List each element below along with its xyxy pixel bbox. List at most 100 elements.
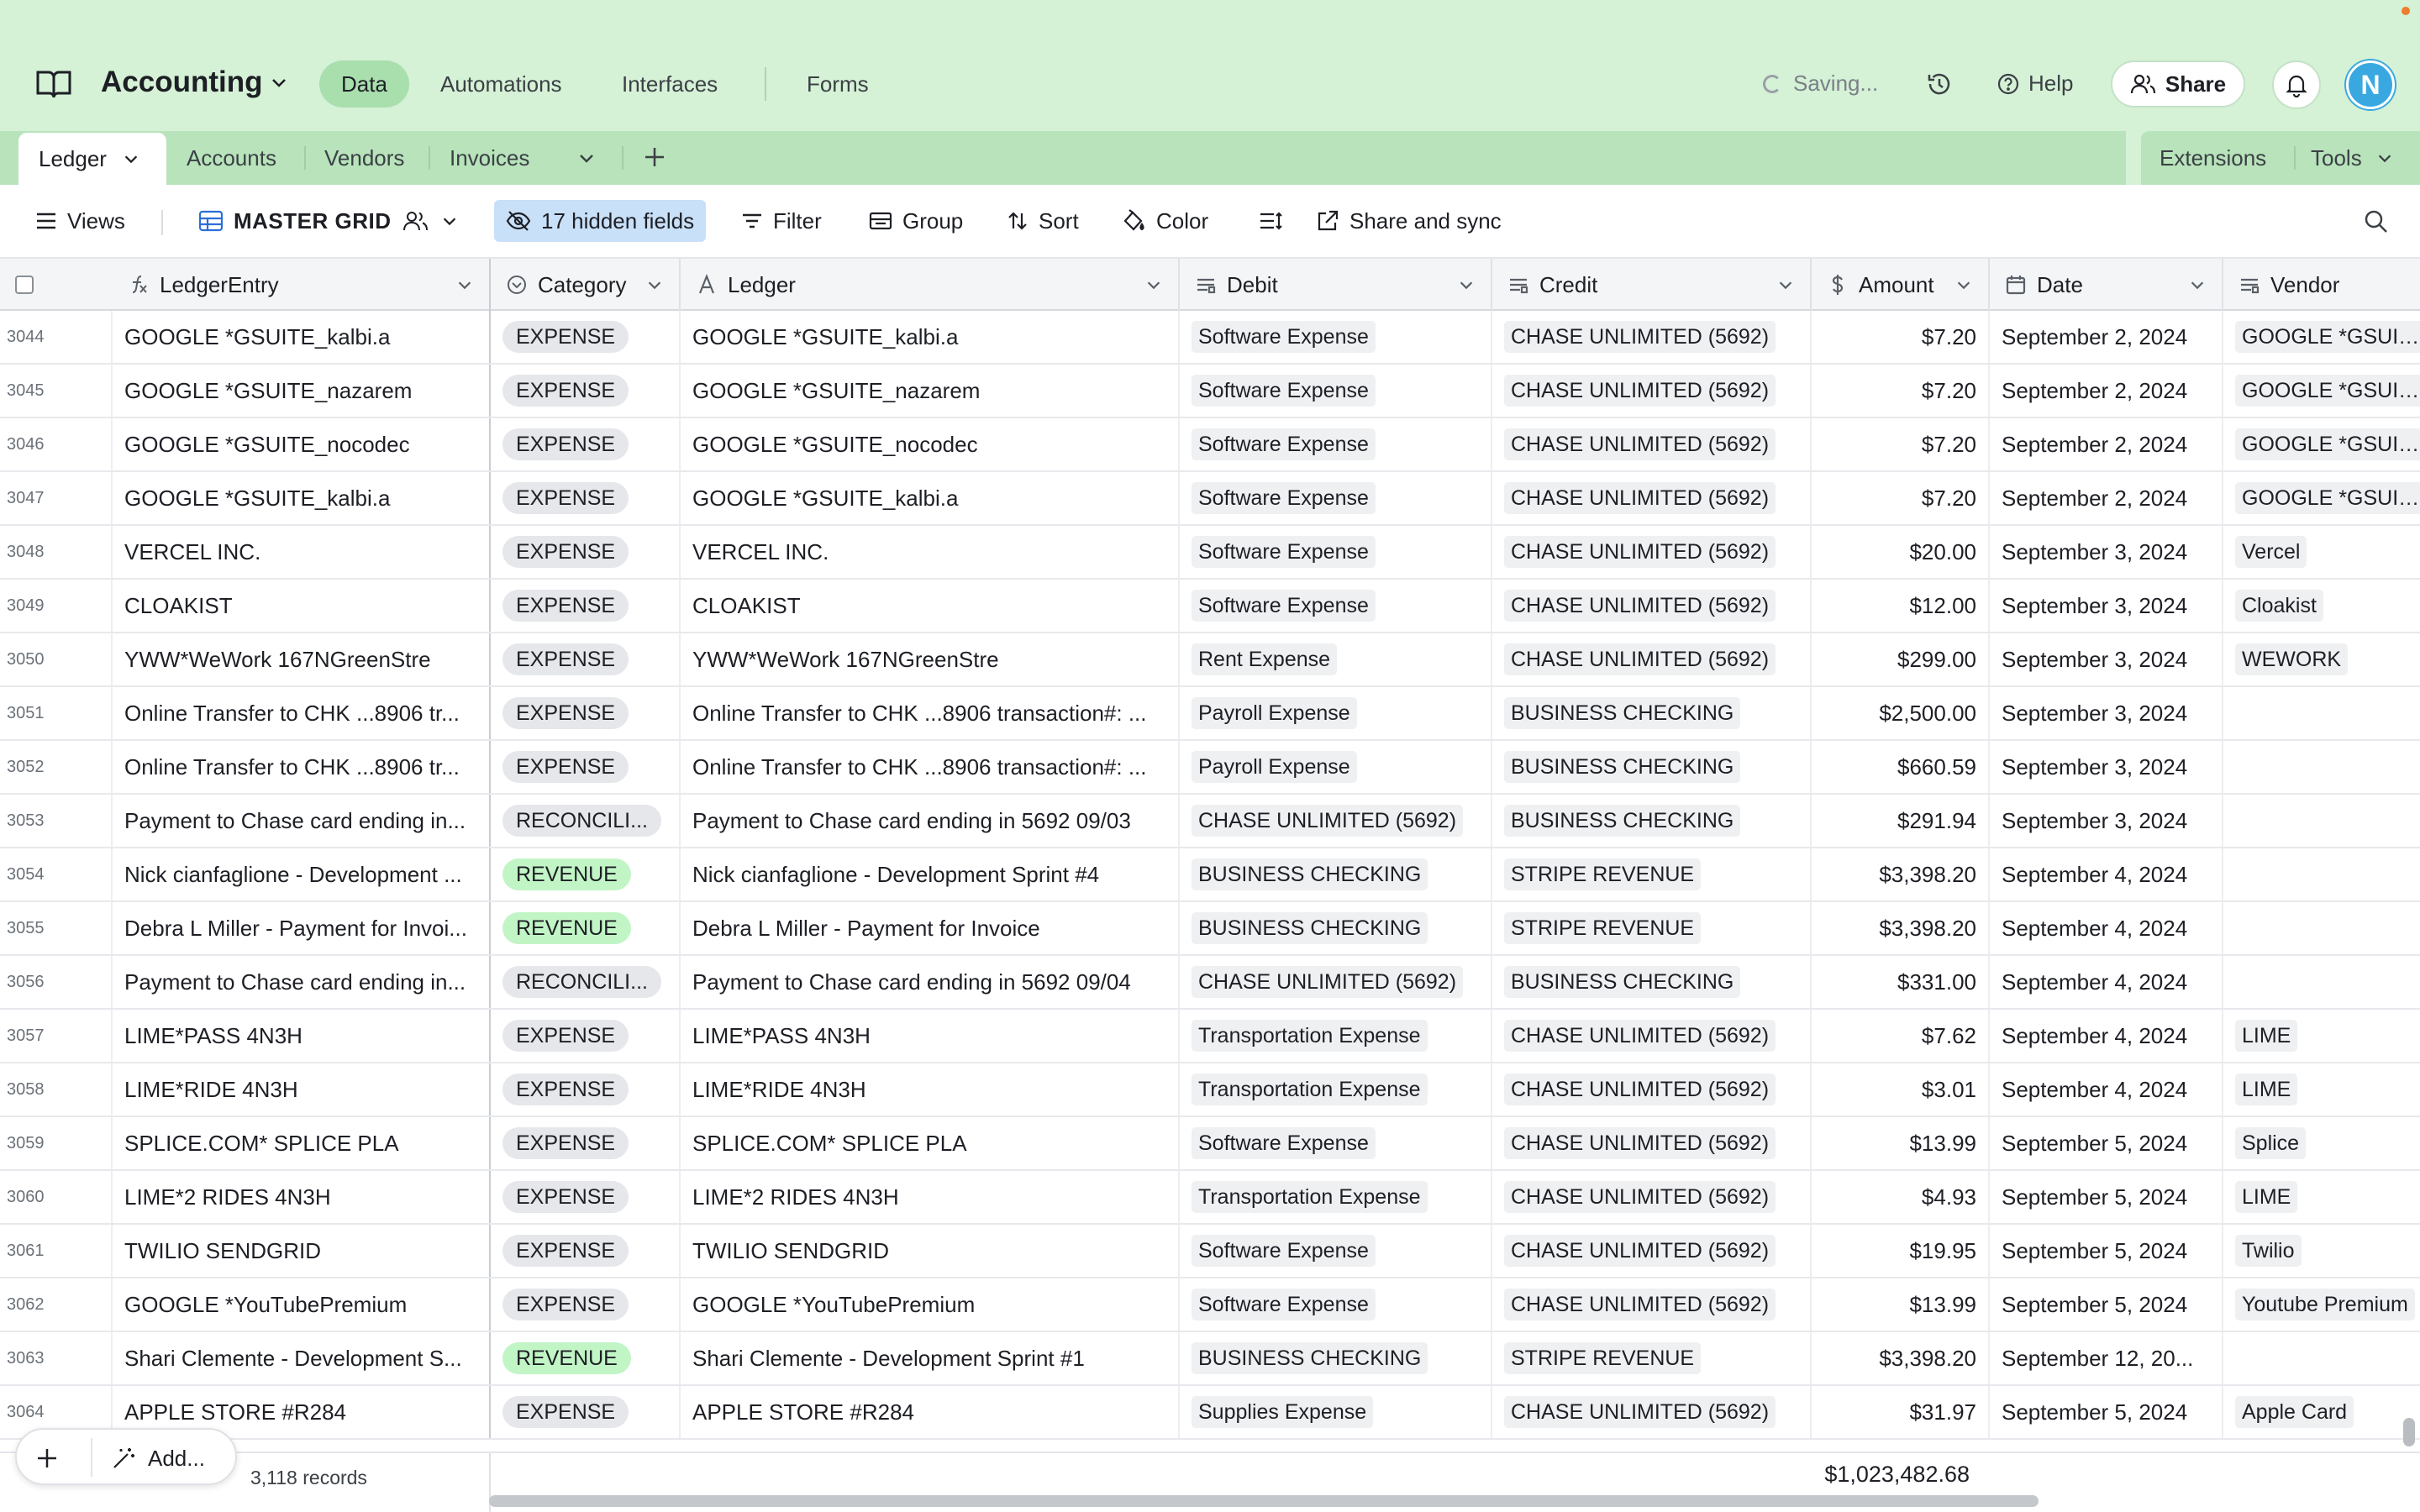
vendor-cell[interactable]: [2223, 848, 2420, 900]
category-cell[interactable]: EXPENSE: [491, 633, 681, 685]
ledger-cell[interactable]: CLOAKIST: [681, 580, 1180, 632]
row-number-cell[interactable]: 3054: [0, 848, 113, 900]
column-header-vendor[interactable]: Vendor: [2223, 259, 2420, 311]
ledgerentry-cell[interactable]: CLOAKIST: [113, 580, 491, 632]
ledger-cell[interactable]: GOOGLE *GSUITE_nocodec: [681, 418, 1180, 470]
credit-cell[interactable]: CHASE UNLIMITED (5692): [1492, 1010, 1812, 1062]
table-row[interactable]: 3050 YWW*WeWork 167NGreenStre EXPENSE YWW*W…: [0, 633, 2420, 687]
amount-cell[interactable]: $7.20: [1812, 311, 1990, 363]
hidden-fields-button[interactable]: 17 hidden fields: [494, 200, 707, 242]
chevron-down-icon[interactable]: [1144, 276, 1163, 294]
amount-cell[interactable]: $7.20: [1812, 472, 1990, 524]
ledgerentry-cell[interactable]: TWILIO SENDGRID: [113, 1225, 491, 1277]
row-number-cell[interactable]: 3044: [0, 311, 113, 363]
ledgerentry-cell[interactable]: GOOGLE *GSUITE_kalbi.a: [113, 311, 491, 363]
category-cell[interactable]: REVENUE: [491, 1332, 681, 1384]
date-cell[interactable]: September 5, 2024: [1990, 1117, 2223, 1169]
date-cell[interactable]: September 4, 2024: [1990, 956, 2223, 1008]
amount-cell[interactable]: $12.00: [1812, 580, 1990, 632]
help-button[interactable]: Help: [1996, 71, 2073, 97]
vendor-cell[interactable]: GOOGLE *GSUITE: [2223, 311, 2420, 363]
amount-cell[interactable]: $7.20: [1812, 365, 1990, 417]
tools-button[interactable]: Tools: [2311, 143, 2394, 173]
date-cell[interactable]: September 2, 2024: [1990, 311, 2223, 363]
vendor-cell[interactable]: [2223, 1332, 2420, 1384]
chevron-down-icon[interactable]: [1776, 276, 1795, 294]
vendor-cell[interactable]: LIME: [2223, 1171, 2420, 1223]
vendor-cell[interactable]: Twilio: [2223, 1225, 2420, 1277]
vendor-cell[interactable]: [2223, 687, 2420, 739]
amount-cell[interactable]: $291.94: [1812, 795, 1990, 847]
tab-accounts[interactable]: Accounts: [187, 143, 276, 173]
credit-cell[interactable]: BUSINESS CHECKING: [1492, 741, 1812, 793]
table-row[interactable]: 3055 Debra L Miller - Payment for Invoi..…: [0, 902, 2420, 956]
nav-interfaces[interactable]: Interfaces: [600, 60, 739, 108]
ledgerentry-cell[interactable]: YWW*WeWork 167NGreenStre: [113, 633, 491, 685]
vendor-cell[interactable]: [2223, 795, 2420, 847]
row-height-button[interactable]: [1247, 200, 1294, 242]
table-row[interactable]: 3051 Online Transfer to CHK ...8906 tr...…: [0, 687, 2420, 741]
ledgerentry-cell[interactable]: GOOGLE *GSUITE_kalbi.a: [113, 472, 491, 524]
ledgerentry-cell[interactable]: GOOGLE *YouTubePremium: [113, 1278, 491, 1331]
row-number-cell[interactable]: 3047: [0, 472, 113, 524]
ledgerentry-cell[interactable]: Shari Clemente - Development S...: [113, 1332, 491, 1384]
category-cell[interactable]: EXPENSE: [491, 526, 681, 578]
amount-cell[interactable]: $660.59: [1812, 741, 1990, 793]
date-cell[interactable]: September 4, 2024: [1990, 848, 2223, 900]
chevron-down-icon[interactable]: [1954, 276, 1973, 294]
ledger-cell[interactable]: GOOGLE *GSUITE_kalbi.a: [681, 472, 1180, 524]
vendor-cell[interactable]: GOOGLE *GSUITE: [2223, 472, 2420, 524]
debit-cell[interactable]: Payroll Expense: [1180, 687, 1492, 739]
row-number-cell[interactable]: 3063: [0, 1332, 113, 1384]
date-cell[interactable]: September 3, 2024: [1990, 633, 2223, 685]
date-cell[interactable]: September 3, 2024: [1990, 580, 2223, 632]
category-cell[interactable]: EXPENSE: [491, 472, 681, 524]
ledgerentry-cell[interactable]: Online Transfer to CHK ...8906 tr...: [113, 687, 491, 739]
amount-cell[interactable]: $299.00: [1812, 633, 1990, 685]
ledgerentry-cell[interactable]: GOOGLE *GSUITE_nazarem: [113, 365, 491, 417]
debit-cell[interactable]: Software Expense: [1180, 1225, 1492, 1277]
row-number-cell[interactable]: 3055: [0, 902, 113, 954]
group-button[interactable]: Group: [857, 200, 975, 242]
amount-cell[interactable]: $3,398.20: [1812, 902, 1990, 954]
amount-cell[interactable]: $3,398.20: [1812, 848, 1990, 900]
add-record-button[interactable]: Add...: [111, 1441, 205, 1475]
table-row[interactable]: 3053 Payment to Chase card ending in... RE…: [0, 795, 2420, 848]
chevron-down-icon[interactable]: [576, 148, 597, 168]
view-switcher[interactable]: MASTER GRID: [187, 200, 471, 242]
amount-cell[interactable]: $13.99: [1812, 1117, 1990, 1169]
ledgerentry-cell[interactable]: Payment to Chase card ending in...: [113, 795, 491, 847]
vendor-cell[interactable]: Youtube Premium: [2223, 1278, 2420, 1331]
ledger-cell[interactable]: Online Transfer to CHK ...8906 transacti…: [681, 741, 1180, 793]
date-cell[interactable]: September 5, 2024: [1990, 1386, 2223, 1438]
row-number-cell[interactable]: 3058: [0, 1063, 113, 1116]
vendor-cell[interactable]: GOOGLE *GSUITE: [2223, 365, 2420, 417]
category-cell[interactable]: RECONCILI...: [491, 795, 681, 847]
category-cell[interactable]: EXPENSE: [491, 1225, 681, 1277]
ledger-cell[interactable]: Payment to Chase card ending in 5692 09/…: [681, 795, 1180, 847]
extensions-button[interactable]: Extensions: [2160, 143, 2266, 173]
date-cell[interactable]: September 3, 2024: [1990, 526, 2223, 578]
date-cell[interactable]: September 4, 2024: [1990, 902, 2223, 954]
date-cell[interactable]: September 4, 2024: [1990, 1010, 2223, 1062]
debit-cell[interactable]: Supplies Expense: [1180, 1386, 1492, 1438]
category-cell[interactable]: EXPENSE: [491, 687, 681, 739]
debit-cell[interactable]: Payroll Expense: [1180, 741, 1492, 793]
credit-cell[interactable]: BUSINESS CHECKING: [1492, 795, 1812, 847]
chevron-down-icon[interactable]: [2188, 276, 2207, 294]
debit-cell[interactable]: BUSINESS CHECKING: [1180, 902, 1492, 954]
category-cell[interactable]: EXPENSE: [491, 1278, 681, 1331]
table-row[interactable]: 3059 SPLICE.COM* SPLICE PLA EXPENSE SPLICE.…: [0, 1117, 2420, 1171]
column-header-ledgerentry[interactable]: LedgerEntry: [113, 259, 491, 311]
views-button[interactable]: Views: [24, 200, 137, 242]
column-header-credit[interactable]: Credit: [1492, 259, 1812, 311]
ledgerentry-cell[interactable]: SPLICE.COM* SPLICE PLA: [113, 1117, 491, 1169]
ledger-cell[interactable]: Online Transfer to CHK ...8906 transacti…: [681, 687, 1180, 739]
chevron-down-icon[interactable]: [269, 72, 289, 92]
date-cell[interactable]: September 4, 2024: [1990, 1063, 2223, 1116]
ledger-cell[interactable]: LIME*PASS 4N3H: [681, 1010, 1180, 1062]
ledgerentry-cell[interactable]: GOOGLE *GSUITE_nocodec: [113, 418, 491, 470]
ledger-cell[interactable]: YWW*WeWork 167NGreenStre: [681, 633, 1180, 685]
category-cell[interactable]: EXPENSE: [491, 741, 681, 793]
column-header-amount[interactable]: Amount: [1812, 259, 1990, 311]
